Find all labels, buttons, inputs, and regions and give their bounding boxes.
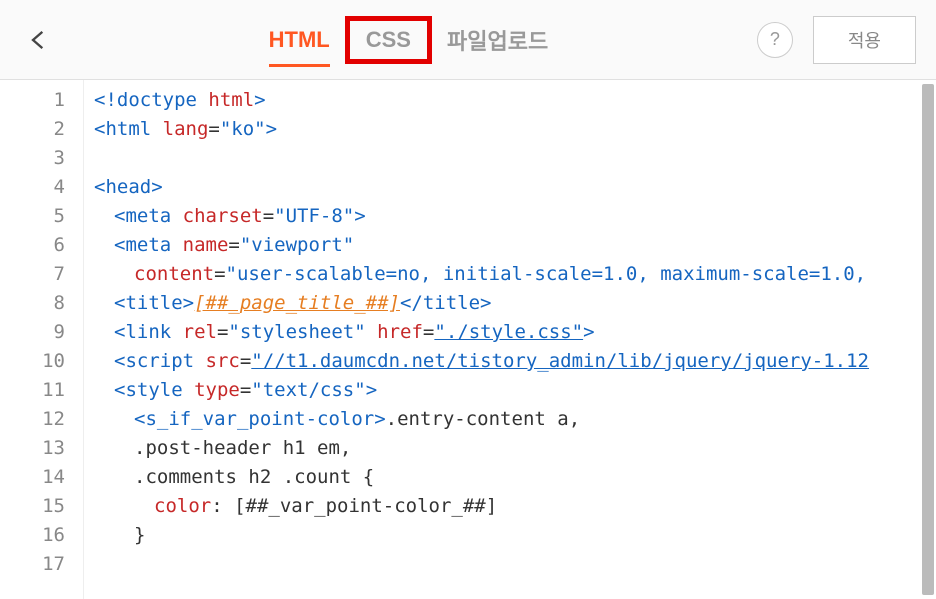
line-number: 11 <box>0 376 65 405</box>
line-number: 6 <box>0 231 65 260</box>
code-line: <meta name="viewport" <box>94 231 936 260</box>
right-controls: ? 적용 <box>757 16 916 64</box>
line-number: 4 <box>0 173 65 202</box>
code-line: <meta charset="UTF-8"> <box>94 202 936 231</box>
code-line: <link rel="stylesheet" href="./style.css… <box>94 318 936 347</box>
apply-button[interactable]: 적용 <box>813 16 916 64</box>
line-gutter: 1234567891011121314151617 <box>0 80 84 599</box>
code-line: <!doctype html> <box>94 86 936 115</box>
line-number: 2 <box>0 115 65 144</box>
line-number: 13 <box>0 434 65 463</box>
code-line: <html lang="ko"> <box>94 115 936 144</box>
line-number: 7 <box>0 260 65 289</box>
line-number: 9 <box>0 318 65 347</box>
line-number: 16 <box>0 521 65 550</box>
arrow-left-icon <box>26 26 54 54</box>
code-line <box>94 144 936 173</box>
code-line <box>94 550 936 579</box>
line-number: 17 <box>0 550 65 579</box>
code-line: } <box>94 521 936 550</box>
code-line: <script src="//t1.daumcdn.net/tistory_ad… <box>94 347 936 376</box>
line-number: 14 <box>0 463 65 492</box>
code-line: content="user-scalable=no, initial-scale… <box>94 260 936 289</box>
scrollbar-vertical[interactable] <box>922 84 934 595</box>
tab-upload[interactable]: 파일업로드 <box>429 16 566 64</box>
tab-html[interactable]: HTML <box>251 19 348 61</box>
line-number: 15 <box>0 492 65 521</box>
line-number: 1 <box>0 86 65 115</box>
code-content[interactable]: <!doctype html><html lang="ko"> <head><m… <box>84 80 936 599</box>
code-line: .comments h2 .count { <box>94 463 936 492</box>
tab-css[interactable]: CSS <box>348 19 429 61</box>
line-number: 3 <box>0 144 65 173</box>
line-number: 10 <box>0 347 65 376</box>
code-line: <style type="text/css"> <box>94 376 936 405</box>
code-line: <s_if_var_point-color>.entry-content a, <box>94 405 936 434</box>
line-number: 5 <box>0 202 65 231</box>
code-line: color: [##_var_point-color_##] <box>94 492 936 521</box>
toolbar: HTML CSS 파일업로드 ? 적용 <box>0 0 936 80</box>
code-line: .post-header h1 em, <box>94 434 936 463</box>
help-button[interactable]: ? <box>757 22 793 58</box>
line-number: 8 <box>0 289 65 318</box>
code-line: <title>[##_page_title_##]</title> <box>94 289 936 318</box>
code-editor[interactable]: 1234567891011121314151617 <!doctype html… <box>0 80 936 599</box>
tabs: HTML CSS 파일업로드 <box>60 16 757 64</box>
code-line: <head> <box>94 173 936 202</box>
back-button[interactable] <box>20 20 60 60</box>
line-number: 12 <box>0 405 65 434</box>
